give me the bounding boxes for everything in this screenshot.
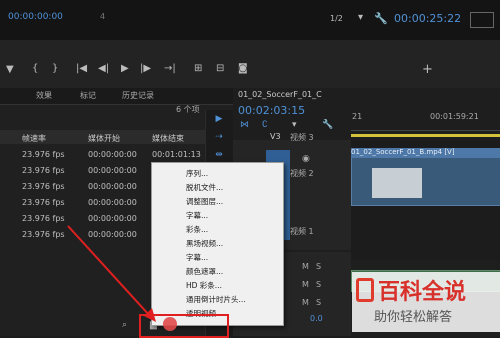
watermark-logo-icon bbox=[356, 278, 374, 302]
annotation-highlight-box bbox=[139, 314, 229, 338]
watermark-title: 百科全说 bbox=[378, 280, 467, 305]
watermark-subtitle: 助你轻松解答 bbox=[374, 310, 453, 325]
